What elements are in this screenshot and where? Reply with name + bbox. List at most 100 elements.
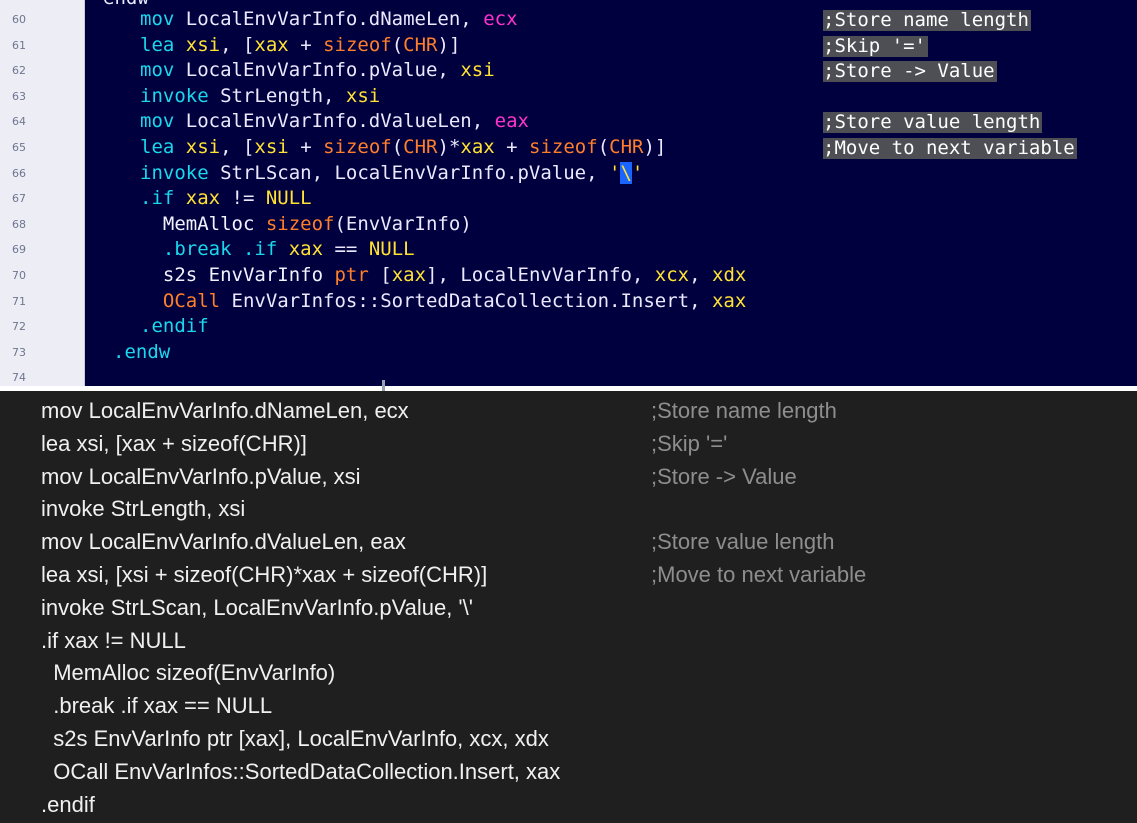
code-line[interactable]: 66 invoke StrLScan, LocalEnvVarInfo.pValu…	[0, 161, 1137, 187]
code-line[interactable]: .if xax != NULL	[41, 625, 1137, 658]
code-text: invoke StrLength, xsi	[140, 84, 380, 110]
code-line[interactable]: invoke StrLength, xsi	[41, 493, 1137, 526]
code-line[interactable]: 70 s2s EnvVarInfo ptr [xax], LocalEnvVar…	[0, 263, 1137, 289]
code-token: CHR	[609, 136, 644, 158]
code-line[interactable]: 68 MemAlloc sizeof(EnvVarInfo)	[0, 212, 1137, 238]
code-line[interactable]: 62 mov LocalEnvVarInfo.pValue, xsi ;Store …	[0, 58, 1137, 84]
plain-theme-editor[interactable]: mov LocalEnvVarInfo.dNameLen, ecx ;Store …	[0, 391, 1137, 823]
code-comment: ;Store value length	[651, 529, 835, 555]
code-token: .endif	[140, 315, 209, 338]
code-text: mov LocalEnvVarInfo.pValue, xsi	[140, 58, 495, 84]
code-line[interactable]: mov LocalEnvVarInfo.dNameLen, ecx ;Store …	[41, 395, 1137, 428]
code-token: ], LocalEnvVarInfo,	[426, 264, 655, 286]
code-text: invoke StrLScan, LocalEnvVarInfo.pValue,…	[140, 161, 643, 187]
code-text: mov LocalEnvVarInfo.dNameLen, ecx	[41, 398, 409, 423]
code-text: .if xax != NULL	[140, 186, 312, 212]
code-comment: ;Store -> Value	[651, 463, 797, 489]
code-token: StrLength,	[220, 84, 346, 107]
code-line[interactable]: 60 mov LocalEnvVarInfo.dNameLen, ecx ;Stor…	[0, 7, 1137, 33]
code-line[interactable]: OCall EnvVarInfos::SortedDataCollection.…	[41, 756, 1137, 789]
code-line[interactable]: 69 .break .if xax == NULL	[0, 237, 1137, 263]
code-comment: ;Skip '='	[651, 430, 728, 456]
code-token: CHR	[403, 33, 438, 56]
code-line[interactable]: s2s EnvVarInfo ptr [xax], LocalEnvVarInf…	[41, 723, 1137, 756]
code-token: LocalEnvVarInfo.dValueLen,	[185, 110, 495, 133]
code-line[interactable]: .endif	[41, 789, 1137, 822]
line-number: 65	[12, 141, 26, 154]
code-token: sizeof	[529, 136, 598, 158]
code-line[interactable]: 64 mov LocalEnvVarInfo.dValueLen, eax ;Sto…	[0, 109, 1137, 135]
line-number: 69	[12, 243, 26, 257]
code-line[interactable]: lea xsi, [xsi + sizeof(CHR)*xax + sizeof…	[41, 559, 1137, 592]
code-line[interactable]: 65 lea xsi, [xsi + sizeof(CHR)*xax + size…	[0, 135, 1137, 161]
code-text: .if xax != NULL	[41, 627, 186, 653]
code-token: ==	[323, 238, 369, 261]
code-line[interactable]: 72 .endif	[0, 314, 1137, 340]
code-token: ptr	[334, 264, 369, 286]
code-line[interactable]: .break .if xax == NULL	[41, 690, 1137, 723]
divider-handle[interactable]	[382, 380, 385, 391]
code-text: MemAlloc sizeof(EnvVarInfo)	[140, 212, 472, 238]
code-token: EnvVarInfos::SortedDataCollection.Insert…	[220, 289, 712, 312]
code-text: lea xsi, [xsi + sizeof(CHR)*xax + sizeof…	[140, 135, 666, 161]
code-line[interactable]: lea xsi, [xax + sizeof(CHR)] ;Skip '='	[41, 428, 1137, 461]
code-token: '	[609, 161, 621, 184]
highlighted-comment: ;Store -> Value	[823, 60, 997, 83]
code-line[interactable]: 71 OCall EnvVarInfos::SortedDataCollecti…	[0, 289, 1137, 315]
code-text: lea xsi, [xsi + sizeof(CHR)*xax + sizeof…	[41, 562, 488, 587]
code-token: (EnvVarInfo)	[334, 212, 472, 235]
code-text: OCall EnvVarInfos::SortedDataCollection.…	[41, 758, 561, 784]
code-text: s2s EnvVarInfo ptr [xax], LocalEnvVarInf…	[41, 726, 549, 751]
code-comment: ;Store name length	[651, 398, 837, 423]
code-token: !=	[220, 187, 266, 210]
code-token: xcx	[654, 264, 690, 286]
code-token: mov	[140, 110, 186, 133]
dark-theme-editor: endw 60mov LocalEnvVarInfo.dNameLen, ecx…	[0, 0, 1137, 386]
line-number: 71	[12, 294, 26, 308]
code-text: mov LocalEnvVarInfo.pValue, xsi	[41, 463, 361, 489]
code-line[interactable]: 61 lea xsi, [xax + sizeof(CHR)] ;Skip '='	[0, 33, 1137, 59]
line-number: 61	[12, 38, 26, 52]
code-token: (	[391, 136, 404, 158]
code-token: MemAlloc	[140, 212, 266, 235]
line-number: 63	[12, 89, 26, 103]
code-text: .endif	[140, 314, 209, 340]
line-number: 68	[12, 217, 26, 231]
code-token: )]	[643, 136, 667, 158]
code-token: CHR	[403, 136, 438, 158]
code-line[interactable]: mov LocalEnvVarInfo.dValueLen, eax ;Store…	[41, 526, 1137, 559]
code-line[interactable]: invoke StrLScan, LocalEnvVarInfo.pValue,…	[41, 592, 1137, 625]
code-token: invoke	[140, 84, 221, 107]
line-number: 66	[12, 166, 26, 180]
code-text: lea xsi, [xax + sizeof(CHR)]	[140, 33, 460, 59]
highlighted-comment: ;Skip '='	[823, 34, 928, 57]
code-token: xax	[288, 238, 324, 261]
line-number: 67	[12, 192, 26, 206]
code-token: xax	[254, 33, 289, 56]
code-token: , [	[220, 136, 255, 158]
code-token: invoke	[140, 161, 221, 184]
highlighted-comment: ;Move to next variable	[823, 137, 1077, 159]
code-token: +	[494, 136, 530, 158]
code-token: sizeof	[323, 136, 392, 158]
code-text: s2s EnvVarInfo ptr [xax], LocalEnvVarInf…	[140, 263, 746, 289]
line-number: 64	[12, 115, 26, 129]
code-line[interactable]: 73 .endw	[0, 340, 1137, 366]
line-number: 72	[12, 320, 26, 334]
code-token: NULL	[368, 238, 415, 261]
code-text: OCall EnvVarInfos::SortedDataCollection.…	[140, 289, 746, 315]
code-line[interactable]: 63 invoke StrLength, xsi	[0, 84, 1137, 110]
code-token: xax	[711, 289, 747, 312]
code-line[interactable]: mov LocalEnvVarInfo.pValue, xsi ;Store ->…	[41, 461, 1137, 494]
code-line[interactable]: 67 .if xax != NULL	[0, 186, 1137, 212]
code-text: invoke StrLScan, LocalEnvVarInfo.pValue,…	[41, 594, 473, 620]
code-line[interactable]: MemAlloc sizeof(EnvVarInfo)	[41, 657, 1137, 690]
code-text: invoke StrLength, xsi	[41, 496, 246, 522]
code-token: xdx	[712, 264, 747, 286]
code-token: xax	[460, 136, 495, 158]
code-token: LocalEnvVarInfo.dNameLen,	[185, 8, 484, 30]
line-number: 73	[12, 345, 26, 359]
code-token: sizeof	[323, 33, 392, 56]
code-token: LocalEnvVarInfo.pValue,	[185, 59, 461, 82]
